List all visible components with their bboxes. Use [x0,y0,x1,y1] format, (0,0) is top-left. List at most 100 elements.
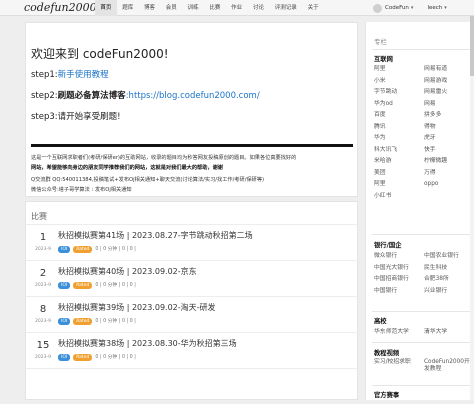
contest-meta: 0 | 0 分钟 | 0 | 0 | [95,247,136,252]
contest-row[interactable] [26,368,359,404]
sidebar-link[interactable]: 微众银行 [374,251,424,263]
site-logo[interactable]: codefun2000 [24,0,97,16]
step1-line: step1:新手使用教程 [31,68,109,80]
contest-month: 2023-9 [35,247,51,252]
contest-month: 2023-9 [35,319,51,324]
video-list: 实习/校招求职 CodeFun2000开发教程 [374,359,474,373]
sidebar-link[interactable]: 实习/校招求职 [374,359,424,373]
step3-line: step3:请开始享受刷题! [31,112,121,122]
sidebar-link[interactable]: 得物 [424,122,474,134]
user-menu[interactable]: CodeFun ▾ leech ▾ [373,0,447,16]
contest-row[interactable]: 15 2023-9 秋招模拟赛第38场 | 2023.08.30-华为秋招第三场… [26,332,359,368]
contest-row[interactable]: 1 2023-9 秋招模拟赛第41场 | 2023.08.27-字节跳动秋招第二… [26,224,359,260]
rated-badge: Rated [73,282,93,289]
nav-about[interactable]: 关于 [302,0,324,16]
sidebar-link[interactable]: 网易游戏 [424,76,474,88]
sidebar-link[interactable]: 兴业银行 [424,286,474,298]
extra-user[interactable]: leech [427,5,442,11]
bank-list: 微众银行 中国农业银行 中国光大银行 民生科技 中国招商银行 合肥38所 中国银行 兴业银行 [374,251,474,297]
sidebar-link[interactable]: 米哈游 [374,156,424,168]
blog-link[interactable]: :https://blog.codefun2000.com/ [126,91,260,101]
sidebar-link[interactable]: 快手 [424,145,474,157]
section-internet: 互联网 [374,56,393,63]
contest-card: 比赛 1 2023-9 秋招模拟赛第41场 | 2023.08.27-字节跳动秋… [25,201,359,400]
sidebar-link[interactable]: 网易 [424,99,474,111]
nav-home[interactable]: 首页 [95,0,117,16]
info-line-2: 网站，希望能够向身边的朋友同学推荐我们的网站，这就是对我们最大的帮助，谢谢 [31,164,223,171]
sidebar-link[interactable]: 华为 [374,133,424,145]
nav-homework[interactable]: 作业 [226,0,248,16]
sidebar-link[interactable]: 网易雷火 [424,87,474,99]
sidebar-link[interactable]: 拼多多 [424,110,474,122]
chevron-down-icon: ▾ [444,5,447,11]
info-line-3: Q交流群 QQ:540011384,投稿笔试+发布Oj相关通知+聊天交流(讨论算… [31,177,265,183]
sidebar-link[interactable]: 民生科技 [424,263,474,275]
nav-contest[interactable]: 比赛 [204,0,226,16]
contest-day: 2 [39,268,47,279]
contest-month: 2023-9 [35,355,51,360]
ioi-badge: IOI [58,318,71,325]
sidebar-link[interactable]: 小红书 [374,191,424,203]
sidebar-link[interactable]: 中国农业银行 [424,251,474,263]
sidebar-link[interactable]: 中国银行 [374,286,424,298]
sidebar-link[interactable]: 网易有道 [424,64,474,76]
sidebar-link [424,191,474,203]
divider [372,385,471,386]
sidebar-link[interactable]: 阿里 [374,64,424,76]
sidebar-link[interactable]: 科大讯飞 [374,145,424,157]
step2-prefix: step2: [31,91,58,101]
tutorial-link[interactable]: 新手使用教程 [58,70,109,80]
section-bank: 银行/国企 [374,242,402,249]
sidebar-head: 专栏 [374,38,387,46]
ioi-badge: IOI [58,354,71,361]
contest-day: 8 [39,304,47,315]
sidebar-link[interactable]: 阿里 [374,179,424,191]
sidebar-link[interactable]: 中国光大银行 [374,263,424,275]
sidebar-link[interactable]: 小米 [374,76,424,88]
sidebar-link[interactable]: 华为od [374,99,424,111]
contest-meta: 0 | 0 分钟 | 0 | 0 | [95,319,136,324]
divider [372,342,471,343]
sidebar-link[interactable]: 虎牙 [424,133,474,145]
sidebar-link[interactable]: oppo [424,179,474,191]
sidebar-link[interactable]: 中国招商银行 [374,274,424,286]
contest-tags: IOI Rated 0 | 0 分钟 | 0 | 0 | [58,282,136,289]
contest-name[interactable]: 秋招模拟赛第40场 | 2023.09.02-京东 [58,266,197,277]
sidebar-link[interactable]: 美团 [374,168,424,180]
nav-records[interactable]: 评测记录 [269,0,302,16]
contest-name[interactable]: 秋招模拟赛第39场 | 2023.09.02-淘天-研发 [58,302,216,313]
top-navbar: codefun2000 首页 题库 博客 会员 训练 比赛 作业 讨论 评测记录… [0,0,474,16]
nav-blog[interactable]: 博客 [139,0,161,16]
sidebar-link[interactable]: 华东师范大学 [374,327,424,339]
sidebar-link[interactable]: 清华大学 [424,327,474,339]
contest-row[interactable]: 2 2023-9 秋招模拟赛第40场 | 2023.09.02-京东 IOI R… [26,260,359,296]
divider [372,234,471,235]
contest-name[interactable]: 秋招模拟赛第38场 | 2023.08.30-华为秋招第三场 [58,338,237,349]
contest-tags: IOI Rated 0 | 0 分钟 | 0 | 0 | [58,318,136,325]
nav-problems[interactable]: 题库 [117,0,139,16]
step2-bold: 刷题必备算法博客 [57,91,126,101]
nav-training[interactable]: 训练 [182,0,204,16]
sidebar-link[interactable]: 字节跳动 [374,87,424,99]
ioi-badge: IOI [58,246,71,253]
sidebar-link[interactable]: 柠檬微趣 [424,156,474,168]
contest-name[interactable]: 秋招模拟赛第41场 | 2023.08.27-字节跳动秋招第二场 [58,230,253,241]
sidebar-link[interactable]: 合肥38所 [424,274,474,286]
step2-line: step2:刷题必备算法博客:https://blog.codefun2000.… [31,89,260,101]
info-line-2-text: 网站，希望能够向身边的朋友同学推荐我们的网站，这就是对我们最大的帮助，谢谢 [31,165,223,171]
nav-vip[interactable]: 会员 [160,0,182,16]
username: CodeFun [385,5,409,11]
contest-row[interactable]: 8 2023-9 秋招模拟赛第39场 | 2023.09.02-淘天-研发 IO… [26,296,359,332]
divider [372,49,471,50]
step1-prefix: step1: [31,70,58,80]
nav-discuss[interactable]: 讨论 [248,0,270,16]
rated-badge: Rated [73,246,93,253]
scrollbar-thumb[interactable] [470,16,474,76]
welcome-card: 欢迎来到 codeFun2000! step1:新手使用教程 step2:刷题必… [25,22,358,197]
college-list: 华东师范大学 清华大学 [374,327,474,339]
sidebar-link[interactable]: 百度 [374,110,424,122]
sidebar-link[interactable]: 腾讯 [374,122,424,134]
sidebar-link[interactable]: 万得 [424,168,474,180]
contest-meta: 0 | 0 分钟 | 0 | 0 | [95,283,136,288]
sidebar-link[interactable]: CodeFun2000开发教程 [424,359,474,373]
